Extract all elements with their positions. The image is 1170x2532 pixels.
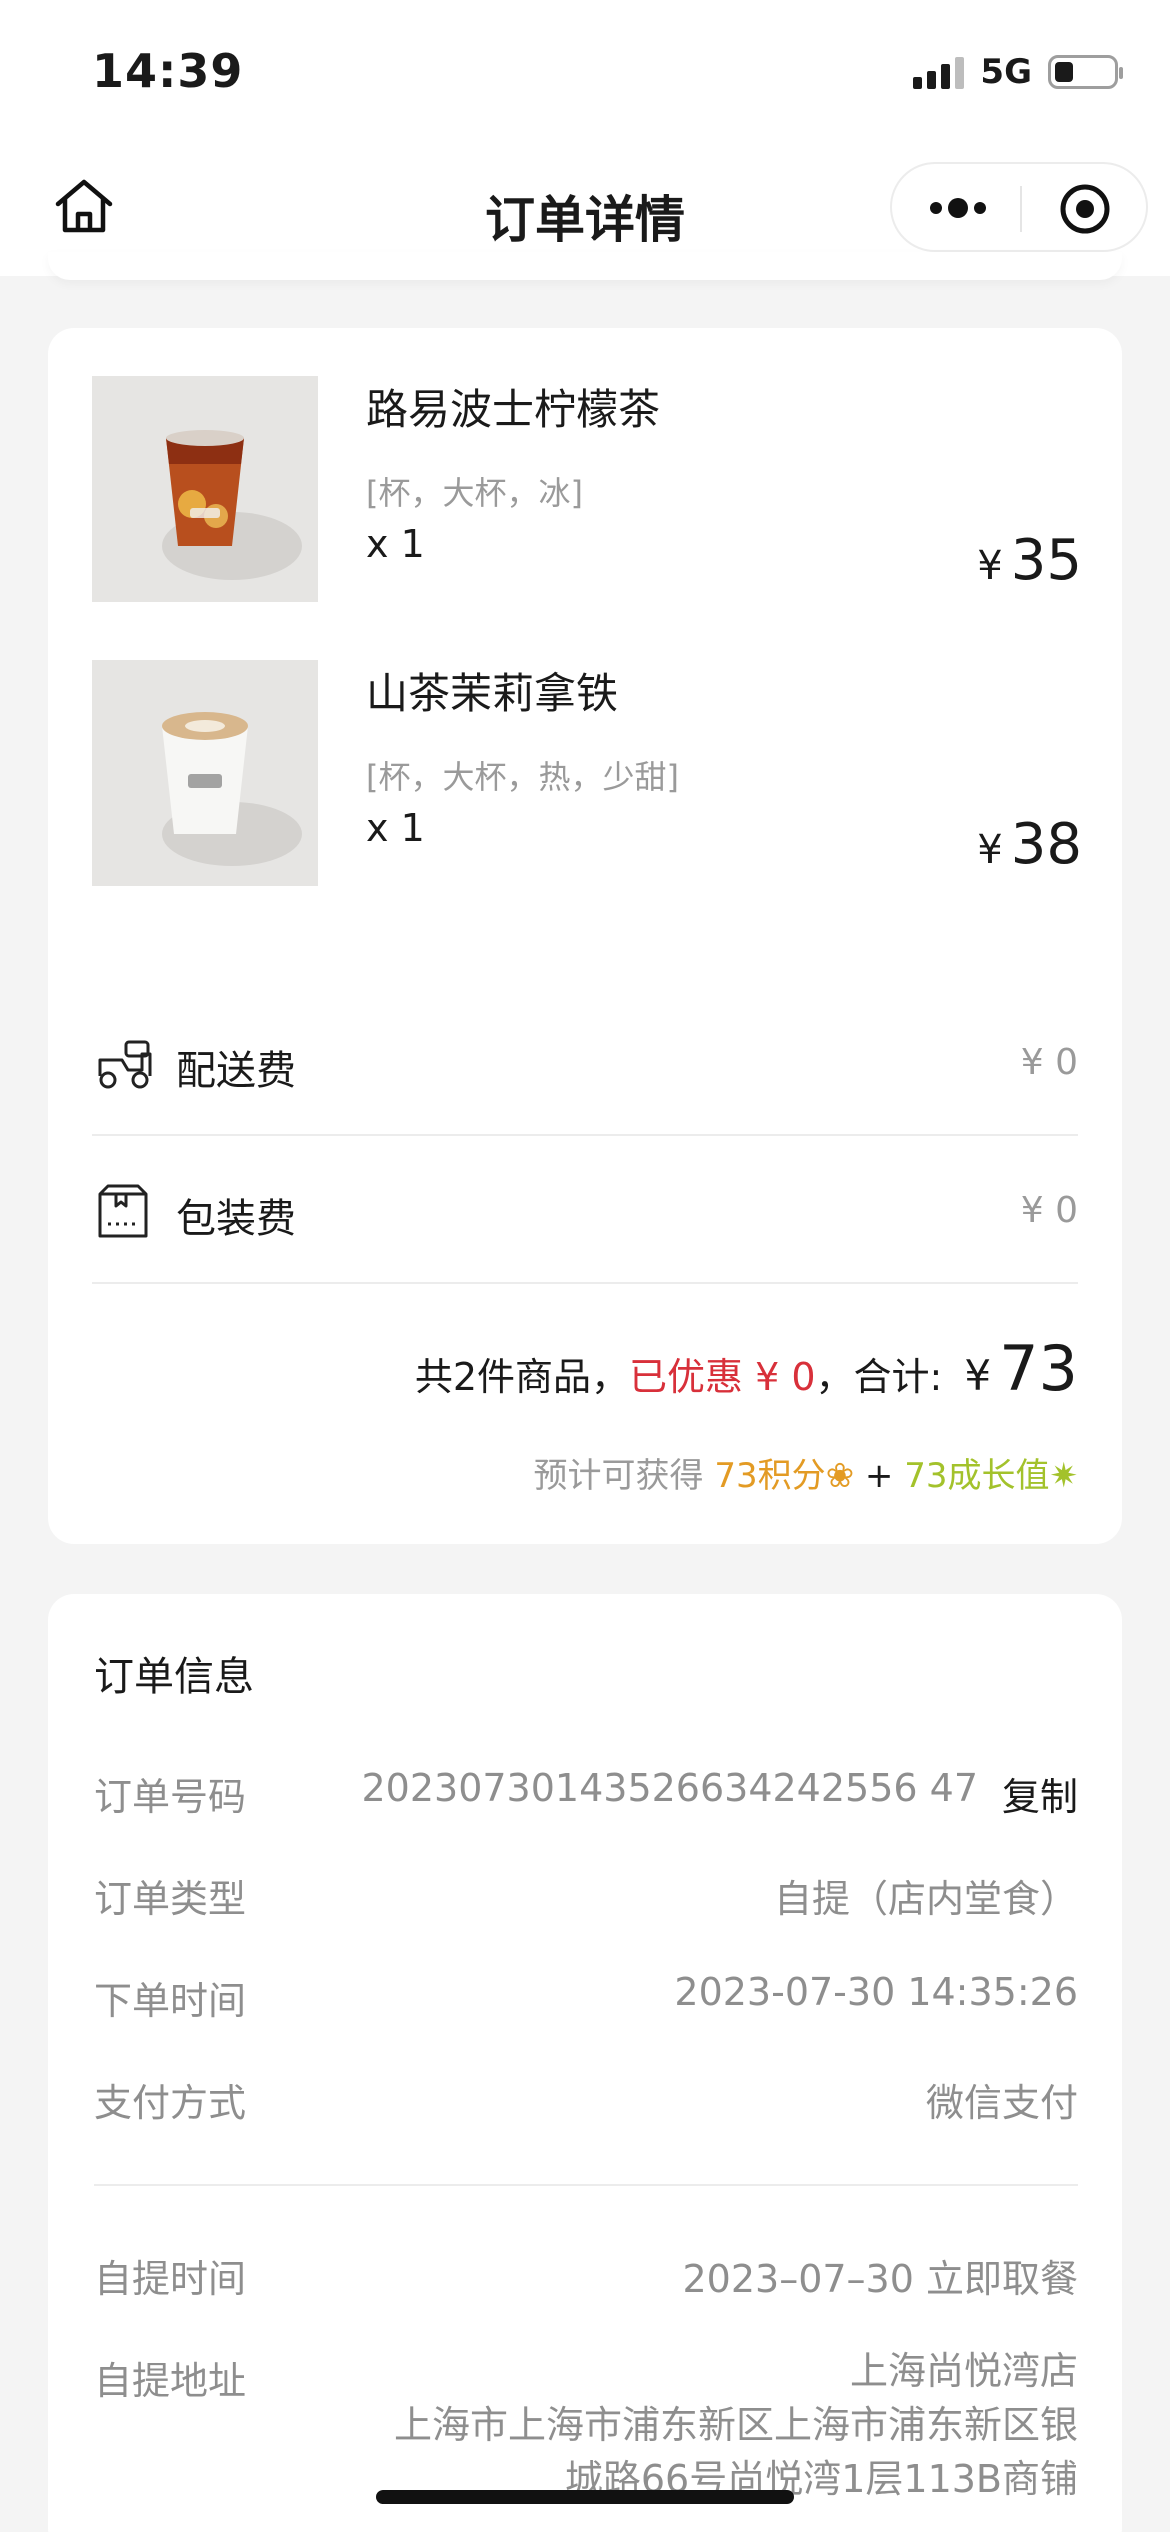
product-image [92, 376, 318, 602]
cellular-signal-icon [913, 55, 965, 89]
rewards-estimate: 预计可获得 73积分❀ + 73成长值✷ [534, 1448, 1078, 1497]
status-bar: 14:39 5G [0, 0, 1170, 150]
info-value: 微信支付 [925, 2081, 1078, 2125]
order-total-row: 共2件商品， 已优惠 ¥ 0 ，合计: ¥ 73 [415, 1332, 1078, 1405]
packaging-fee-label: 包装费 [176, 1196, 296, 1242]
total-amount: 73 [999, 1332, 1078, 1405]
delivery-scooter-icon [98, 1040, 152, 1089]
divider [94, 2184, 1078, 2186]
rewards-prefix: 预计可获得 [533, 1456, 704, 1496]
product-quantity: x 1 [366, 806, 425, 850]
more-icon[interactable] [930, 188, 1002, 228]
status-indicators: 5G [913, 52, 1123, 92]
product-name: 路易波士柠檬茶 [366, 385, 661, 434]
product-item[interactable]: 路易波士柠檬茶 [杯，大杯，冰] x 1 ¥35 [92, 376, 1082, 602]
packaging-fee-value: ¥ 0 [1020, 1190, 1078, 1231]
order-info-card: 订单信息 订单号码 20230730143526634242556 47 复制 … [48, 1594, 1122, 2532]
info-key: 自提时间 [94, 2257, 247, 2301]
plus-sign: + [864, 1456, 894, 1496]
info-key: 订单类型 [94, 1877, 247, 1921]
product-price: ¥35 [977, 528, 1082, 593]
address-line: 上海市上海市浦东新区上海市浦东新区银 [393, 2403, 1078, 2447]
product-item[interactable]: 山茶茉莉拿铁 [杯，大杯，热，少甜] x 1 ¥38 [92, 660, 1082, 886]
info-key: 下单时间 [94, 1979, 247, 2023]
home-indicator[interactable] [376, 2490, 794, 2504]
copy-button[interactable]: 复制 [1002, 1766, 1078, 1821]
currency-symbol: ¥ [977, 827, 1003, 873]
order-items-card: 路易波士柠檬茶 [杯，大杯，冰] x 1 ¥35 山茶茉莉拿铁 [杯，大杯，热，… [48, 328, 1122, 1544]
total-label: ，合计: [815, 1355, 943, 1399]
previous-card-edge [48, 252, 1122, 280]
info-key: 自提地址 [94, 2359, 247, 2403]
packaging-fee-row: 包装费 ¥ 0 [92, 1136, 1078, 1284]
info-key: 支付方式 [94, 2081, 247, 2125]
points-value: 73积分❀ [714, 1456, 855, 1496]
product-image [92, 660, 318, 886]
item-count-text: 共2件商品， [414, 1355, 630, 1399]
price-value: 38 [1010, 812, 1082, 877]
discount-text: 已优惠 ¥ 0 [629, 1355, 816, 1399]
currency-symbol: ¥ [977, 543, 1003, 589]
delivery-fee-value: ¥ 0 [1020, 1042, 1078, 1083]
price-value: 35 [1010, 528, 1082, 593]
info-value: 2023-07-30 14:35:26 [674, 1970, 1078, 2014]
battery-icon [1048, 55, 1123, 89]
product-price: ¥38 [977, 812, 1082, 877]
info-key: 订单号码 [94, 1775, 247, 1819]
delivery-fee-row: 配送费 ¥ 0 [92, 988, 1078, 1136]
product-quantity: x 1 [366, 522, 425, 566]
growth-value: 73成长值✷ [904, 1456, 1078, 1496]
package-bag-icon [98, 1184, 148, 1238]
pickup-time-value: 2023–07–30 立即取餐 [682, 2257, 1079, 2301]
status-time: 14:39 [92, 44, 244, 98]
mini-program-capsule [890, 162, 1148, 252]
product-spec: [杯，大杯，热，少甜] [366, 758, 679, 796]
order-number-value: 20230730143526634242556 47 [361, 1766, 979, 1810]
info-value: 自提（店内堂食） [773, 1877, 1078, 1921]
delivery-fee-label: 配送费 [176, 1048, 296, 1094]
divider [92, 1282, 1078, 1284]
order-info-title: 订单信息 [94, 1654, 254, 1700]
total-currency: ¥ [964, 1351, 992, 1400]
pickup-address-value: 上海尚悦湾店 上海市上海市浦东新区上海市浦东新区银 城路66号尚悦湾1层113B… [394, 2344, 1078, 2506]
close-miniprogram-icon[interactable] [1058, 182, 1112, 236]
product-spec: [杯，大杯，冰] [366, 474, 583, 512]
network-type: 5G [980, 52, 1032, 92]
store-name: 上海尚悦湾店 [849, 2349, 1078, 2393]
capsule-divider [1020, 186, 1022, 232]
product-name: 山茶茉莉拿铁 [366, 669, 619, 718]
